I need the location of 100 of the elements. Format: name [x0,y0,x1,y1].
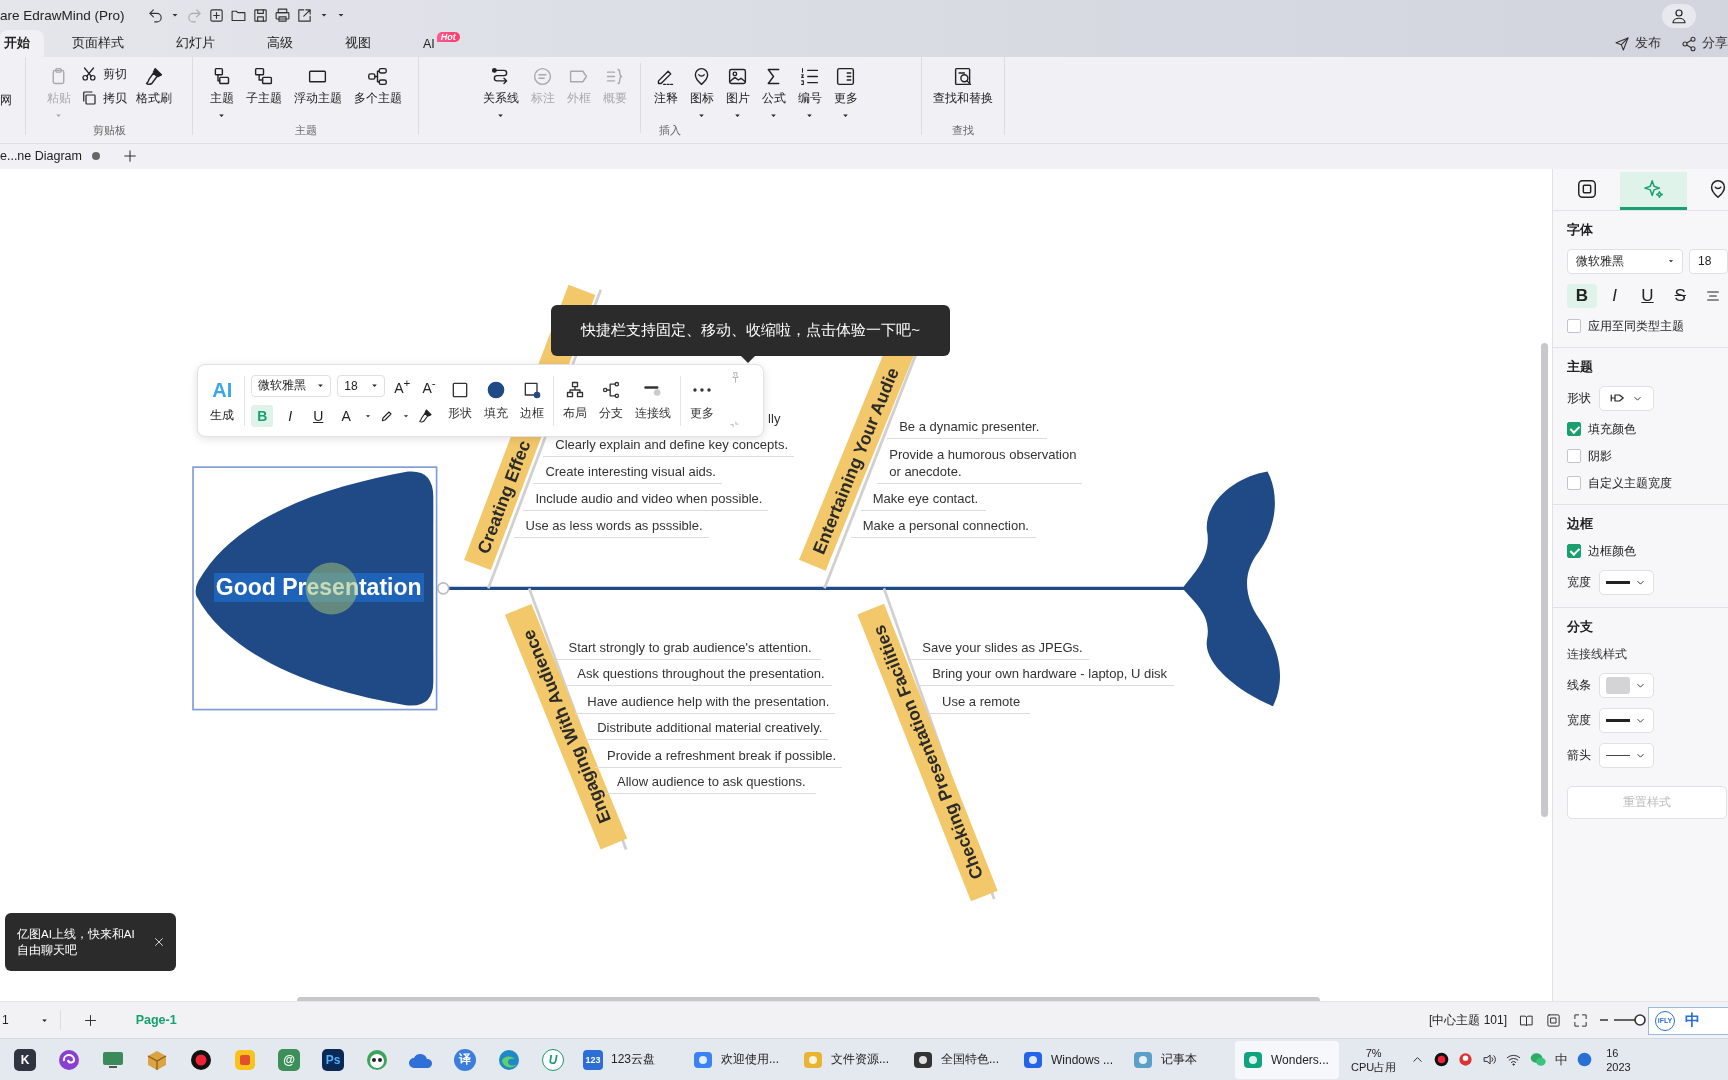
ribbon-button[interactable]: 公式 [758,63,789,121]
add-page-button[interactable] [82,1012,98,1028]
size-select[interactable]: 18 [1689,248,1728,274]
topic-text[interactable]: Make a personal connection. [850,516,1036,538]
browser-icon[interactable] [498,1048,520,1071]
menu-tab[interactable]: 视图 [321,30,395,57]
font-color-button[interactable]: A [335,404,358,427]
text-style-button[interactable]: I [279,404,302,427]
ribbon-button[interactable]: 查找和替换 [930,63,996,121]
toolbar-button[interactable]: 更多 [686,380,717,422]
text-style-button[interactable]: B [1567,283,1597,308]
taskbar-app[interactable]: 123 123云盘 [575,1040,679,1079]
topic-text[interactable]: Create interesting visual aids. [533,462,722,484]
panda-icon[interactable] [366,1048,388,1071]
connection-handle[interactable] [436,581,450,595]
ime-mode[interactable]: 中 [1555,1050,1569,1069]
ribbon-button[interactable]: 注释 [650,63,681,121]
tray-app-icon[interactable] [1577,1052,1593,1068]
topic-text[interactable]: Ask questions throughout the presentation. [565,665,833,687]
book-view-button[interactable] [1519,1012,1534,1028]
record-icon[interactable] [1434,1052,1450,1068]
publish-button[interactable]: 发布 [1614,35,1661,52]
checkbox[interactable] [1567,422,1581,437]
horizontal-scrollbar[interactable] [297,996,1320,1001]
line-width-dropdown[interactable] [1599,569,1654,595]
fish-tail[interactable] [1182,471,1280,706]
checkbox[interactable] [1567,476,1581,491]
taskbar-app[interactable]: Wonders... [1235,1040,1339,1079]
size-select[interactable]: 18 [337,374,386,397]
ribbon-button[interactable]: 子主题 [242,63,285,121]
font-select[interactable]: 微软雅黑 [251,374,332,397]
taskbar-app[interactable]: 全国特色... [905,1040,1009,1079]
ribbon-button[interactable]: 多个主题 [350,63,405,121]
font-select[interactable]: 微软雅黑 [1567,248,1684,274]
topic-text[interactable]: Include audio and video when possible. [523,490,769,512]
topic-text[interactable]: lly [768,409,781,427]
checkbox[interactable] [1567,544,1581,559]
ribbon-button[interactable]: 图标 [686,63,717,121]
app-icon[interactable]: Ps [322,1048,344,1071]
zoom-slider-icon[interactable] [1600,1013,1648,1028]
ai-generate-button[interactable]: AI 生成 [206,378,239,423]
ime-mode[interactable]: 中 [1685,1011,1700,1031]
taskbar-app[interactable]: 文件资源... [795,1040,899,1079]
main-topic-text[interactable]: Good Presentation [213,572,424,602]
ribbon-button[interactable]: 编号 [794,63,825,121]
grid-app-icon[interactable] [234,1048,256,1071]
font-shrink-button[interactable]: A$^{-}$ [419,376,439,396]
app-icon[interactable]: 译 [454,1048,476,1071]
topic-text[interactable]: Provide a humorous observation or anecdote. [877,445,1083,484]
arrow-dropdown[interactable] [1599,742,1654,768]
taskbar-app[interactable]: Windows ... [1015,1040,1119,1079]
undo-button[interactable] [146,6,164,24]
toolbar-button[interactable]: 填充 [480,380,511,422]
ribbon-button[interactable]: 关系线 [479,63,522,121]
text-style-button[interactable]: U [1632,283,1663,308]
fullscreen-button[interactable] [1573,1012,1588,1028]
text-style-button[interactable]: S [1665,283,1696,308]
topic-text[interactable]: Make eye contact. [860,490,987,512]
topic-text[interactable]: Allow audience to ask questions. [605,773,816,795]
toolbar-button[interactable]: 连接线 [631,380,674,422]
color-dropdown[interactable] [1599,672,1654,698]
ribbon-button[interactable]: 浮动主题 [290,63,345,121]
export-button[interactable] [295,6,313,24]
topic-text[interactable]: Be a dynamic presenter. [887,418,1047,440]
box-app-icon[interactable] [146,1048,168,1071]
toolbar-button[interactable]: 边框 [516,380,547,422]
ribbon-button[interactable]: 图片 [722,63,753,121]
share-button[interactable]: 分享 [1681,35,1728,52]
topic-text[interactable]: Distribute additional material creatively. [585,719,829,741]
topic-text[interactable]: Have audience help with the presentation. [575,692,836,714]
ribbon-button[interactable]: 主题 [206,63,237,121]
ribbon-button[interactable]: 剪切 [79,65,127,83]
line-width-dropdown[interactable] [1599,707,1654,733]
menu-tab[interactable]: 幻灯片 [152,30,239,57]
save-button[interactable] [251,6,269,24]
swirl-app-icon[interactable] [58,1048,80,1071]
shape-dropdown[interactable] [1599,385,1654,411]
add-tab-button[interactable] [122,148,138,165]
page-select[interactable]: 1 [0,1010,61,1031]
toolbar-button[interactable]: 布局 [559,380,590,422]
checkbox[interactable] [1567,319,1581,334]
app-icon[interactable]: K [14,1048,36,1071]
menu-tab[interactable]: 页面样式 [48,30,148,57]
account-button[interactable] [1662,4,1696,28]
menu-tab[interactable]: 高级 [243,30,317,57]
checkbox[interactable] [1567,449,1581,464]
ribbon-button[interactable]: 格式刷 [132,63,175,121]
menu-tab[interactable]: AI Hot [399,30,484,57]
ribbon-button[interactable]: 更多 [830,63,861,121]
font-grow-button[interactable]: A$^{+}$ [391,376,414,396]
app-icon[interactable]: @ [278,1048,300,1071]
taskbar-app[interactable]: 记事本 [1125,1040,1229,1079]
text-style-button[interactable]: U [307,404,330,427]
tray-app-icon[interactable] [1458,1052,1474,1068]
vertical-scrollbar[interactable] [1541,342,1548,817]
taskbar-app[interactable]: 欢迎使用... [685,1040,789,1079]
text-style-button[interactable]: I [1599,283,1630,308]
fit-page-button[interactable] [1546,1012,1561,1028]
topic-text[interactable]: Use as less words as psssible. [513,516,709,538]
new-button[interactable] [207,6,225,24]
